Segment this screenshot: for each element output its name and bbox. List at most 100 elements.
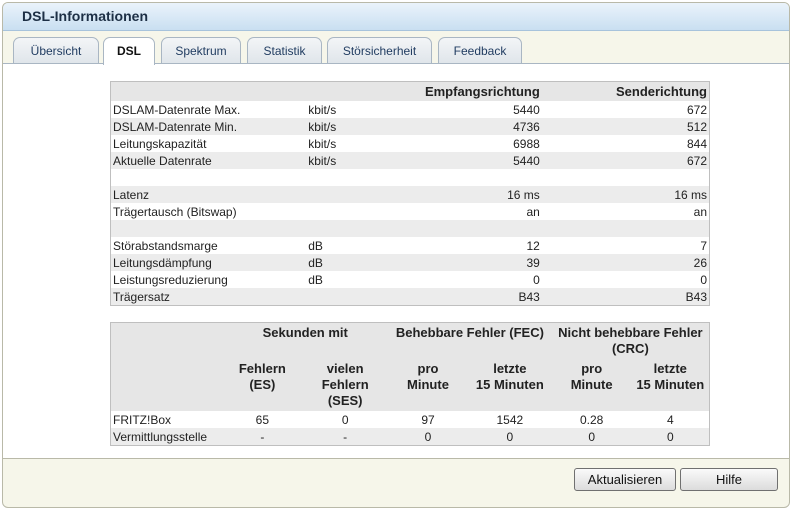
row-unit: kbit/s [306, 118, 402, 135]
row-unit [306, 288, 402, 306]
table-row [111, 169, 710, 186]
header-label [110, 81, 307, 101]
row-value: - [222, 428, 303, 446]
row-label [110, 220, 307, 237]
sub-header-line: (SES) [327, 393, 363, 408]
row-receive-value [402, 169, 542, 186]
sub-header-line: letzte [653, 361, 687, 376]
tab-stoersicherheit[interactable]: Störsicherheit [327, 37, 432, 64]
row-label: Leitungsdämpfung [110, 254, 307, 271]
tab-dsl[interactable]: DSL [103, 37, 155, 65]
row-send-value: 844 [686, 136, 707, 151]
sub-header-line: letzte [493, 361, 527, 376]
refresh-button[interactable]: Aktualisieren [574, 468, 676, 491]
sub-header-line: (ES) [249, 377, 276, 392]
row-send-value: 0 [700, 272, 707, 287]
row-receive-value: an [526, 204, 540, 219]
row-value: 1542 [496, 412, 524, 427]
row-send-value: 512 [541, 118, 710, 135]
table-row: Störabstandsmarge dB 12 7 [111, 237, 710, 254]
row-label: Leistungsreduzierung [113, 272, 228, 287]
error-stats-table: Sekunden mit Behebbare Fehler (FEC) Nich… [110, 322, 710, 446]
row-unit: kbit/s [308, 136, 337, 151]
row-value: 0 [631, 428, 710, 446]
row-receive-value: 5440 [401, 152, 542, 169]
sub-header-row: Fehlern (ES) vielen Fehlern (SES) pro Minute le… [110, 359, 710, 411]
sub-header-line: Minute [570, 377, 613, 392]
sub-header: pro Minute [388, 359, 468, 411]
row-value: 0 [467, 428, 552, 446]
row-unit [306, 220, 402, 237]
row-receive-value: 12 [526, 238, 540, 253]
row-label: Störabstandsmarge [113, 238, 218, 253]
help-button[interactable]: Hilfe [680, 468, 778, 491]
row-send-value: 16 ms [541, 186, 710, 203]
row-value: - [302, 428, 389, 446]
dsl-rates-table: Empfangsrichtung Senderichtung DSLAM-Dat… [110, 81, 710, 306]
tab-uebersicht[interactable]: Übersicht [13, 37, 99, 64]
sub-header: vielen Fehlern (SES) [302, 359, 389, 411]
row-send-value: 7 [700, 238, 707, 253]
table-row: Latenz 16 ms 16 ms [110, 186, 710, 203]
table-row: Leistungsreduzierung dB 0 0 [111, 271, 710, 288]
sub-header: letzte 15 Minuten [467, 359, 552, 411]
dsl-info-window: DSL-Informationen Übersicht DSL Spektrum… [2, 2, 790, 508]
table-row: Leitungskapazität kbit/s 6988 844 [111, 135, 710, 152]
tab-statistik[interactable]: Statistik [247, 37, 322, 64]
row-label [111, 169, 307, 186]
row-receive-value: 16 ms [401, 186, 542, 203]
row-send-value: B43 [541, 288, 710, 306]
row-receive-value: 4736 [401, 118, 542, 135]
sub-header-line: Minute [407, 377, 449, 392]
row-unit: dB [308, 238, 323, 253]
row-receive-value [401, 220, 542, 237]
table-row: Vermittlungsstelle - -0 0 0 0 [110, 428, 710, 446]
row-unit: dB [308, 272, 323, 287]
row-value: 0 [341, 412, 349, 427]
row-label: Latenz [110, 186, 307, 203]
table-row: Leitungsdämpfung dB 39 26 [110, 254, 710, 271]
page-title: DSL-Informationen [22, 8, 148, 24]
sub-header-line: Fehlern [238, 361, 286, 376]
title-bar: DSL-Informationen [3, 3, 789, 31]
row-unit: dB [306, 254, 402, 271]
row-send-value: 672 [686, 102, 707, 117]
sub-header: letzte 15 Minuten [631, 359, 710, 411]
header-unit [306, 81, 402, 101]
row-send-value [542, 169, 710, 186]
row-receive-value: 0 [533, 272, 540, 287]
row-receive-value: B43 [401, 288, 542, 306]
header-send: Senderichtung [541, 81, 710, 101]
row-send-value: 672 [541, 152, 710, 169]
row-label: Trägertausch (Bitswap) [113, 204, 237, 219]
table-row: Trägertausch (Bitswap) an an [111, 203, 710, 220]
tab-spektrum[interactable]: Spektrum [161, 37, 241, 64]
row-unit: kbit/s [306, 152, 402, 169]
row-label: Leitungskapazität [113, 136, 207, 151]
table-row: DSLAM-Datenrate Max. kbit/s 5440 672 [111, 101, 710, 118]
row-receive-value: 5440 [513, 102, 540, 117]
row-label: DSLAM-Datenrate Max. [113, 102, 241, 117]
row-value: 0 [388, 428, 468, 446]
row-value: 65 [255, 412, 270, 427]
tab-feedback[interactable]: Feedback [438, 37, 522, 64]
row-send-value: an [693, 204, 707, 219]
group-header-seconds: Sekunden mit [222, 322, 389, 359]
row-unit [306, 203, 402, 220]
sub-header-line: pro [417, 361, 439, 376]
row-receive-value: 6988 [513, 136, 540, 151]
row-label: Trägersatz [110, 288, 307, 306]
table-row: DSLAM-Datenrate Min. kbit/s 4736 512 [110, 118, 710, 135]
sub-header-line: vielen [326, 361, 364, 376]
table-row: FRITZ!Box 65 0 97 1542 0.28 4 [111, 411, 710, 428]
sub-header-line: 15 Minuten [475, 377, 544, 392]
row-unit [306, 169, 402, 186]
table-row: Aktuelle Datenrate kbit/s 5440 672 [110, 152, 710, 169]
row-unit: kbit/s [308, 102, 337, 117]
group-header-fec: Behebbare Fehler (FEC) [388, 322, 552, 359]
row-send-value: 26 [541, 254, 710, 271]
row-unit [306, 186, 402, 203]
sub-header: Fehlern (ES) [222, 359, 303, 411]
sub-header-line: 15 Minuten [636, 377, 705, 392]
group-header-row: Sekunden mit Behebbare Fehler (FEC) Nich… [110, 322, 710, 359]
